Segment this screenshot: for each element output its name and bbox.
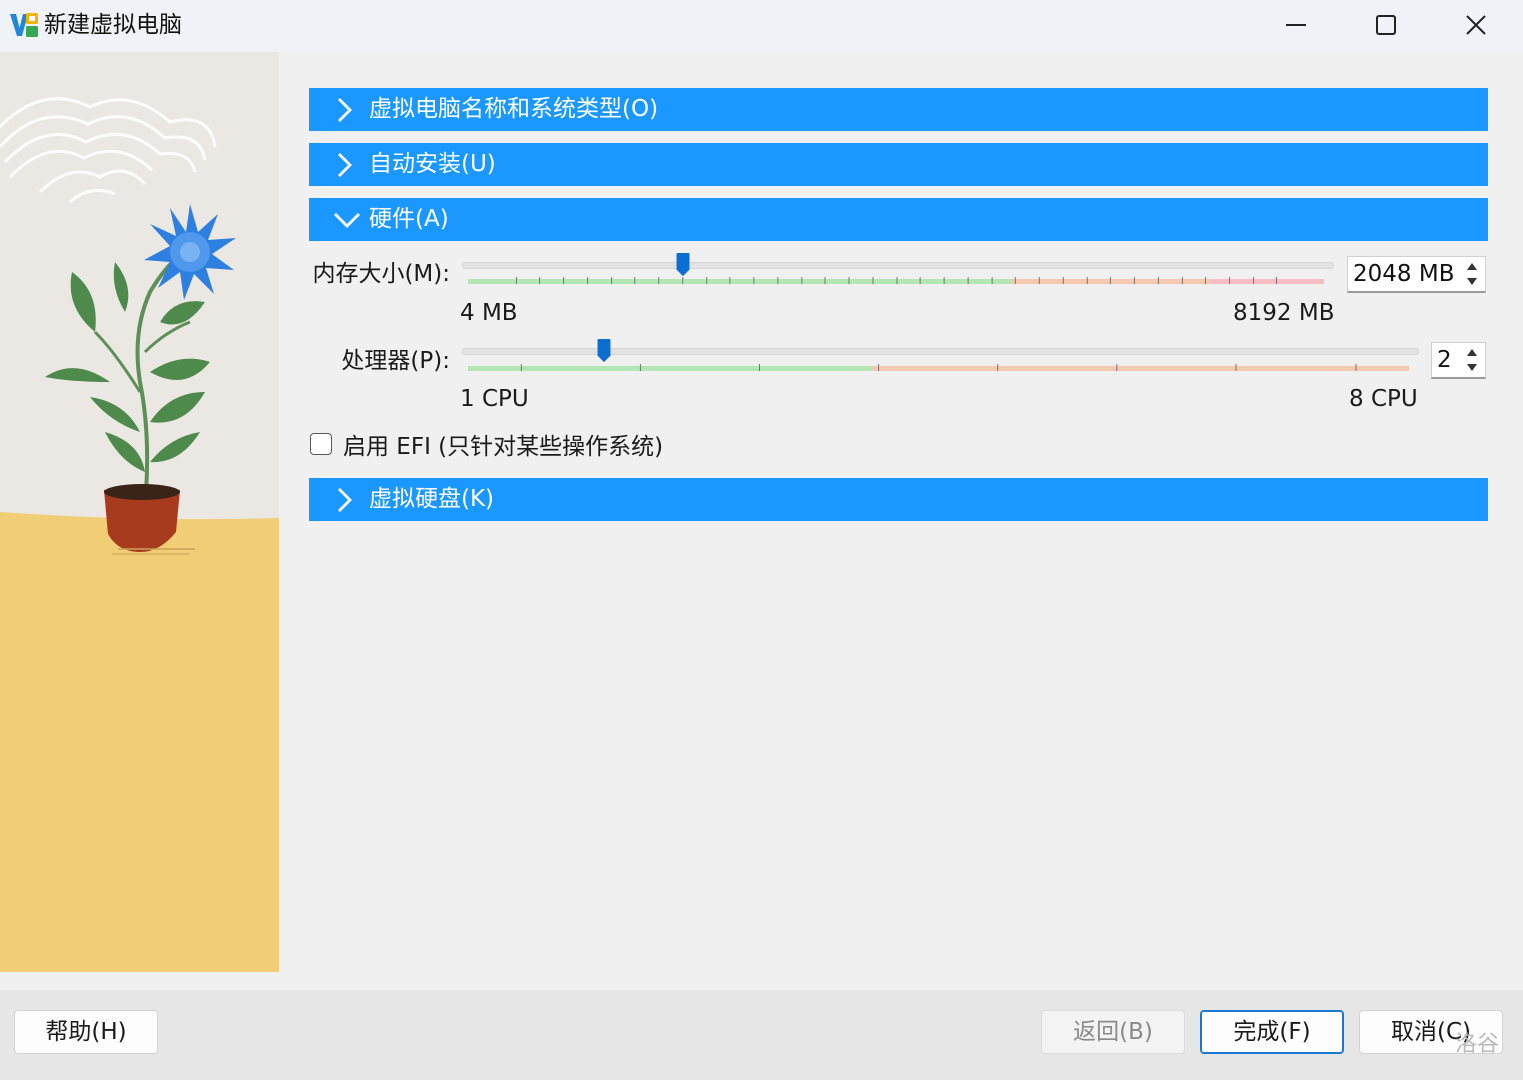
chevron-down-icon bbox=[334, 213, 360, 228]
memory-size-value[interactable]: 2048 MB bbox=[1353, 259, 1454, 289]
maximize-button[interactable] bbox=[1342, 0, 1430, 50]
close-icon bbox=[1466, 15, 1486, 35]
section-virtual-hard-disk-label: 虚拟硬盘(K) bbox=[369, 486, 495, 512]
memory-size-label: 内存大小(M): bbox=[312, 261, 450, 287]
section-hardware-label: 硬件(A) bbox=[369, 206, 449, 232]
chevron-right-icon bbox=[338, 153, 352, 177]
enable-efi-checkbox[interactable] bbox=[310, 433, 332, 455]
triangle-up-icon bbox=[1467, 263, 1477, 270]
finish-button[interactable]: 完成(F) bbox=[1200, 1010, 1344, 1054]
processor-spin-buttons bbox=[1461, 345, 1483, 375]
processor-label: 处理器(P): bbox=[341, 348, 450, 374]
minimize-icon bbox=[1286, 24, 1306, 26]
memory-slider-track[interactable] bbox=[462, 262, 1334, 269]
memory-slider-thumb[interactable] bbox=[676, 253, 690, 277]
processor-slider-ticks bbox=[520, 364, 1357, 372]
section-name-and-os-type-label: 虚拟电脑名称和系统类型(O) bbox=[369, 96, 659, 122]
virtualbox-logo-icon bbox=[10, 13, 38, 37]
memory-decrease-button[interactable] bbox=[1461, 274, 1483, 289]
memory-spin-buttons bbox=[1461, 259, 1483, 289]
section-hardware[interactable]: 硬件(A) bbox=[309, 198, 1488, 241]
processor-min-label: 1 CPU bbox=[460, 386, 529, 412]
window-title: 新建虚拟电脑 bbox=[44, 12, 182, 38]
title-bar: 新建虚拟电脑 bbox=[0, 0, 1523, 52]
chevron-right-icon bbox=[338, 98, 352, 122]
processor-count-spinbox[interactable]: 2 bbox=[1431, 342, 1486, 379]
memory-min-label: 4 MB bbox=[460, 300, 518, 326]
processor-increase-button[interactable] bbox=[1461, 345, 1483, 360]
section-unattended-install-label: 自动安装(U) bbox=[369, 151, 496, 177]
help-button[interactable]: 帮助(H) bbox=[14, 1010, 158, 1054]
memory-increase-button[interactable] bbox=[1461, 259, 1483, 274]
maximize-icon bbox=[1376, 15, 1396, 35]
triangle-down-icon bbox=[1467, 278, 1477, 285]
wizard-illustration bbox=[0, 52, 279, 972]
section-name-and-os-type[interactable]: 虚拟电脑名称和系统类型(O) bbox=[309, 88, 1488, 131]
chevron-right-icon bbox=[338, 488, 352, 512]
close-button[interactable] bbox=[1432, 0, 1520, 50]
processor-max-label: 8 CPU bbox=[1349, 386, 1418, 412]
memory-slider-ticks bbox=[516, 277, 1277, 285]
triangle-down-icon bbox=[1467, 364, 1477, 371]
memory-max-label: 8192 MB bbox=[1233, 300, 1335, 326]
processor-slider-thumb[interactable] bbox=[597, 339, 611, 363]
triangle-up-icon bbox=[1467, 349, 1477, 356]
section-virtual-hard-disk[interactable]: 虚拟硬盘(K) bbox=[309, 478, 1488, 521]
memory-size-spinbox[interactable]: 2048 MB bbox=[1347, 256, 1486, 293]
processor-count-value[interactable]: 2 bbox=[1437, 345, 1452, 375]
section-unattended-install[interactable]: 自动安装(U) bbox=[309, 143, 1488, 186]
back-button[interactable]: 返回(B) bbox=[1041, 1010, 1185, 1054]
potted-flower-illustration bbox=[0, 52, 279, 972]
minimize-button[interactable] bbox=[1252, 0, 1340, 50]
watermark-text: 洛谷 bbox=[1455, 1032, 1500, 1057]
enable-efi-label[interactable]: 启用 EFI (只针对某些操作系统) bbox=[343, 432, 663, 462]
processor-decrease-button[interactable] bbox=[1461, 360, 1483, 375]
